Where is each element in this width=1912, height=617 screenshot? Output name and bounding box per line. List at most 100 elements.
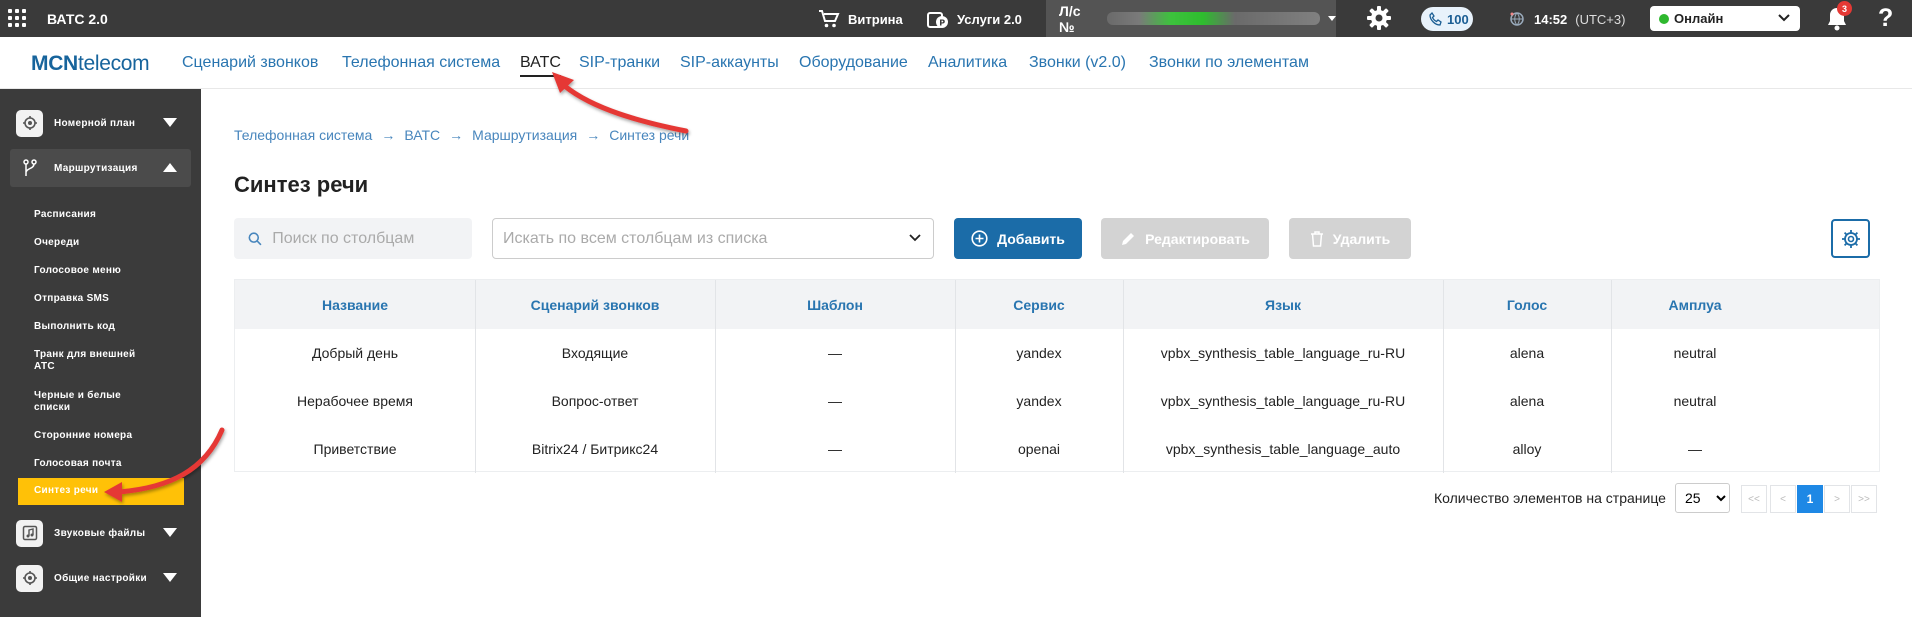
clock: 14:52 (UTC+3) (1508, 10, 1625, 28)
notifications-badge: 3 (1837, 1, 1852, 16)
column-header-name[interactable]: Название (235, 280, 475, 329)
plus-circle-icon (971, 230, 988, 247)
breadcrumb-routing[interactable]: Маршрутизация (472, 127, 577, 143)
nav-item-phone-system[interactable]: Телефонная система (342, 54, 500, 72)
help-icon[interactable]: ? (1878, 4, 1893, 33)
cell-language: vpbx_synthesis_table_language_auto (1165, 441, 1401, 457)
nav-item-calls-by-elements[interactable]: Звонки по элементам (1149, 54, 1309, 72)
top-bar: ВАТС 2.0 Витрина P Услуги 2.0 Л/с № 100 … (0, 0, 1912, 37)
breadcrumb-speech-synthesis: Синтез речи (609, 127, 690, 143)
nav-item-sip-accounts[interactable]: SIP-аккаунты (680, 54, 779, 72)
nav-item-analytics[interactable]: Аналитика (928, 54, 1007, 72)
edit-button[interactable]: Редактировать (1101, 218, 1269, 259)
status-select[interactable]: Онлайн (1650, 6, 1800, 31)
all-columns-search-input[interactable] (503, 229, 933, 248)
branch-icon (16, 155, 43, 182)
column-search (234, 218, 472, 259)
sidebar-item-send-sms[interactable]: Отправка SMS (34, 293, 184, 305)
add-button[interactable]: Добавить (954, 218, 1082, 259)
per-page-label: Количество элементов на странице (1434, 490, 1666, 506)
apps-grid-icon[interactable] (8, 9, 27, 28)
cell-name: Приветствие (313, 441, 397, 457)
arrow-right-icon: → (586, 127, 601, 143)
gear-icon[interactable] (1366, 5, 1392, 31)
cell-name: Добрый день (312, 345, 398, 361)
search-icon (248, 231, 262, 245)
calls-count: 100 (1447, 11, 1469, 27)
delete-button[interactable]: Удалить (1289, 218, 1411, 259)
sidebar-item-voicemail[interactable]: Голосовая почта (34, 458, 184, 470)
sidebar-group-label: Номерной план (54, 117, 136, 129)
sidebar-item-speech-synthesis-label: Синтез речи (34, 485, 99, 496)
page-prev-button[interactable]: < (1770, 485, 1796, 513)
sidebar-group-label: Звуковые файлы (54, 527, 146, 539)
page-last-button[interactable]: >> (1851, 485, 1877, 513)
chevron-down-icon[interactable] (909, 234, 921, 242)
per-page-select[interactable]: 25 (1674, 483, 1730, 513)
sidebar-item-voice-menu[interactable]: Голосовое меню (34, 265, 184, 277)
account-selector[interactable]: Л/с № (1046, 0, 1336, 37)
cell-voice: alena (1509, 393, 1545, 409)
cell-template: — (828, 393, 842, 409)
sidebar-group-sound-files[interactable]: Звуковые файлы (10, 514, 191, 552)
column-header-service[interactable]: Сервис (955, 280, 1123, 329)
page-first-button[interactable]: << (1741, 485, 1767, 513)
page-1-button[interactable]: 1 (1797, 485, 1823, 513)
sidebar-item-execute-code[interactable]: Выполнить код (34, 321, 184, 333)
nav-item-call-scenario[interactable]: Сценарий звонков (182, 54, 318, 72)
sidebar-item-external-trunk[interactable]: Транк для внешней АТС (34, 349, 154, 373)
column-header-language[interactable]: Язык (1123, 280, 1443, 329)
caret-down-icon (1328, 16, 1336, 21)
pagination: Количество элементов на странице 25 (1434, 483, 1730, 513)
sidebar-group-general-settings[interactable]: Общие настройки (10, 559, 191, 597)
calls-counter[interactable]: 100 (1421, 7, 1473, 31)
cell-scenario: Входящие (561, 345, 629, 361)
cell-scenario: Bitrix24 / Битрикс24 (531, 441, 659, 457)
breadcrumb-vats[interactable]: ВАТС (404, 127, 440, 143)
nav-item-calls-v2[interactable]: Звонки (v2.0) (1029, 54, 1126, 72)
cell-role: neutral (1673, 393, 1717, 409)
all-columns-search[interactable] (492, 218, 934, 259)
phone-icon (1429, 12, 1442, 26)
column-header-scenario[interactable]: Сценарий звонков (475, 280, 715, 329)
column-search-input[interactable] (272, 229, 472, 248)
pencil-icon (1122, 232, 1135, 245)
edit-button-label: Редактировать (1145, 230, 1250, 247)
column-header-template[interactable]: Шаблон (715, 280, 955, 329)
account-label: Л/с № (1059, 2, 1081, 35)
triangle-down-icon (163, 573, 177, 582)
logo[interactable]: MCNtelecom (31, 52, 150, 76)
sidebar-group-label: Маршрутизация (54, 162, 138, 174)
table-settings-button[interactable] (1831, 219, 1870, 258)
sidebar-group-number-plan[interactable]: Номерной план (10, 104, 191, 142)
sidebar-item-third-party-numbers[interactable]: Сторонние номера (34, 430, 184, 442)
cell-service: yandex (1016, 393, 1062, 409)
sidebar-item-schedules[interactable]: Расписания (34, 209, 184, 221)
cell-service: openai (1017, 441, 1061, 457)
cell-service: yandex (1016, 345, 1062, 361)
globe-icon (1510, 12, 1524, 26)
sidebar-group-routing[interactable]: Маршрутизация (10, 149, 191, 187)
services-link[interactable]: P Услуги 2.0 (927, 9, 1022, 29)
nav-item-equipment[interactable]: Оборудование (799, 54, 908, 72)
cell-role: — (1688, 441, 1702, 457)
cell-template: — (828, 441, 842, 457)
nav-item-sip-trunks[interactable]: SIP-транки (579, 54, 660, 72)
showcase-link[interactable]: Витрина (818, 9, 903, 29)
services-label: Услуги 2.0 (957, 11, 1022, 27)
nav-item-vats[interactable]: ВАТС (520, 54, 561, 77)
gear-icon (1841, 229, 1860, 248)
cell-language: vpbx_synthesis_table_language_ru-RU (1160, 345, 1406, 361)
cell-role: neutral (1673, 345, 1717, 361)
column-header-voice[interactable]: Голос (1443, 280, 1611, 329)
breadcrumb-phone-system[interactable]: Телефонная система (234, 127, 372, 143)
cell-name: Нерабочее время (297, 393, 413, 409)
triangle-up-icon (163, 163, 177, 172)
timezone: (UTC+3) (1575, 11, 1626, 27)
column-header-role[interactable]: Амплуа (1611, 280, 1779, 329)
cell-voice: alena (1509, 345, 1545, 361)
sidebar-item-black-white-lists[interactable]: Черные и белые списки (34, 390, 154, 414)
online-dot-icon (1659, 13, 1669, 24)
sidebar-item-queues[interactable]: Очереди (34, 237, 184, 249)
page-next-button[interactable]: > (1824, 485, 1850, 513)
